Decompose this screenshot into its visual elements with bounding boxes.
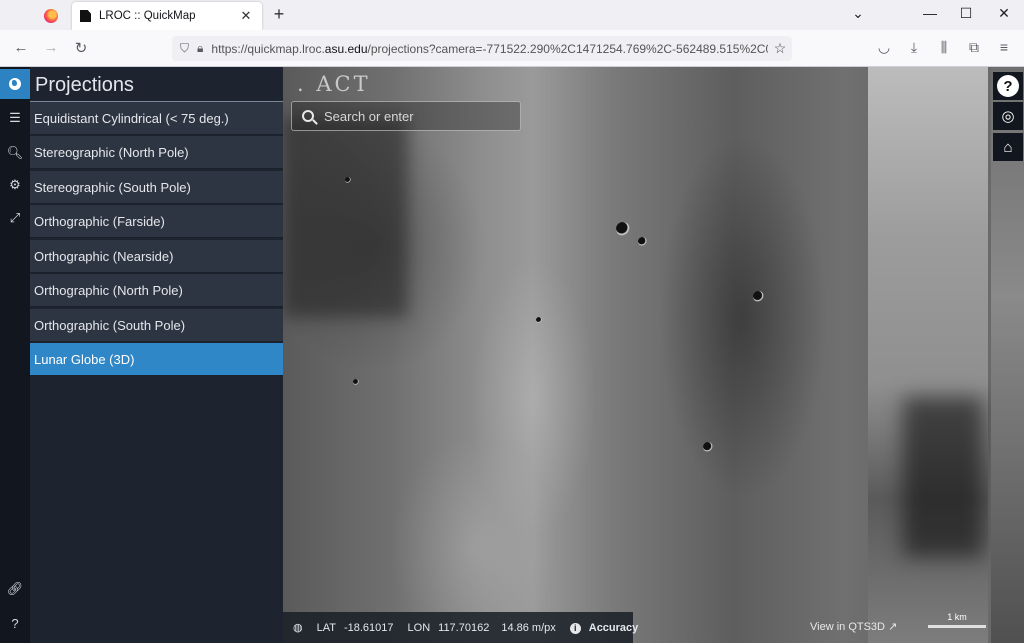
help-icon[interactable]: ? — [0, 608, 30, 638]
projection-item-orthographic-nearside[interactable]: Orthographic (Nearside) — [30, 240, 283, 273]
maximize-button[interactable]: ☐ — [956, 5, 976, 22]
extensions-icon[interactable]: ⧉ — [964, 39, 984, 56]
crater — [353, 379, 359, 385]
layers-menu-icon[interactable]: ☰ — [0, 103, 30, 133]
scale-bar-line — [928, 625, 986, 628]
help-icon: ? — [997, 75, 1019, 97]
map-shadow-region — [283, 117, 408, 317]
crater — [345, 177, 351, 183]
projection-item-lunar-globe[interactable]: Lunar Globe (3D) — [30, 343, 283, 376]
close-window-button[interactable]: ✕ — [994, 5, 1014, 22]
link-icon[interactable]: 🔗︎ — [0, 574, 30, 604]
back-arrow-icon[interactable]: ← — [10, 39, 32, 56]
browser-tab-bar: LROC :: QuickMap ✕ + ⌄ — ☐ ✕ — [0, 0, 1024, 30]
search-icon — [302, 110, 314, 122]
help-button[interactable]: ? — [993, 72, 1023, 100]
active-tab[interactable]: LROC :: QuickMap ✕ — [72, 2, 262, 30]
crater — [638, 237, 647, 246]
new-tab-button[interactable]: + — [268, 4, 290, 25]
map-search-box[interactable] — [291, 101, 521, 131]
forward-arrow-icon[interactable]: → — [40, 39, 62, 56]
info-icon: i — [569, 622, 581, 634]
url-text[interactable]: https://quickmap.lroc.asu.edu/projection… — [211, 42, 768, 56]
crater — [703, 442, 713, 452]
view-in-qts3d-link[interactable]: View in QTS3D ↗ — [810, 620, 897, 633]
resolution-value: 14.86 m/px — [501, 621, 556, 634]
tool-strip: ☰ 🔍︎ ⚙ ⤢ 🔗︎ ? — [0, 67, 30, 643]
orbit-camera-icon[interactable]: ◎ — [993, 102, 1023, 130]
url-bar[interactable]: ⛉ 🔒︎ https://quickmap.lroc.asu.edu/proje… — [172, 36, 792, 61]
projection-item-equidistant-cylindrical[interactable]: Equidistant Cylindrical (< 75 deg.) — [30, 102, 283, 135]
firefox-tab[interactable] — [30, 3, 72, 29]
crater — [753, 291, 764, 302]
crater — [616, 222, 630, 236]
lat-label: LAT — [316, 621, 336, 634]
projection-item-orthographic-south[interactable]: Orthographic (South Pole) — [30, 309, 283, 342]
search-input[interactable] — [324, 108, 514, 124]
settings-gear-icon[interactable]: ⚙ — [0, 170, 30, 200]
projections-panel: Projections Equidistant Cylindrical (< 7… — [30, 67, 283, 643]
lon-value: 117.70162 — [438, 621, 490, 634]
downloads-icon[interactable]: ⤓ — [904, 39, 924, 56]
scale-label: 1 km — [947, 612, 967, 622]
external-link-icon: ↗ — [888, 621, 898, 633]
accuracy-button[interactable]: i Accuracy — [569, 622, 647, 634]
lunar-map-view[interactable]: . ACT — [283, 67, 1024, 643]
projection-item-stereographic-south[interactable]: Stereographic (South Pole) — [30, 171, 283, 204]
projection-item-orthographic-north[interactable]: Orthographic (North Pole) — [30, 274, 283, 307]
pocket-icon[interactable]: ◡ — [874, 39, 894, 56]
firefox-logo-icon — [44, 9, 58, 23]
projections-tool-button[interactable] — [0, 69, 30, 99]
projection-item-orthographic-farside[interactable]: Orthographic (Farside) — [30, 205, 283, 238]
home-icon[interactable]: ⌂ — [993, 133, 1023, 161]
search-zoom-icon[interactable]: 🔍︎ — [0, 138, 30, 168]
tab-title: LROC :: QuickMap — [99, 10, 196, 22]
globe-icon: ◍ — [293, 622, 303, 634]
tab-list-chevron-icon[interactable]: ⌄ — [848, 5, 868, 22]
expand-icon[interactable]: ⤢ — [0, 203, 30, 233]
minimize-button[interactable]: — — [920, 5, 940, 21]
panel-title: Projections — [35, 74, 134, 96]
map-shadow-region — [903, 397, 983, 557]
lon-label: LON — [407, 621, 431, 634]
shield-icon[interactable]: ⛉ — [180, 41, 189, 56]
globe-icon — [9, 78, 21, 90]
lat-value: -18.61017 — [343, 621, 394, 634]
page-favicon-icon — [80, 10, 91, 22]
reload-icon[interactable]: ↻ — [70, 39, 92, 57]
tab-close-icon[interactable]: ✕ — [238, 8, 254, 24]
act-logo: . ACT — [297, 72, 371, 96]
projection-item-stereographic-north[interactable]: Stereographic (North Pole) — [30, 136, 283, 169]
menu-hamburger-icon[interactable]: ≡ — [994, 39, 1014, 55]
library-icon[interactable]: ⫼ — [934, 39, 954, 56]
scale-bar: 1 km — [928, 612, 986, 628]
quickmap-app: ☰ 🔍︎ ⚙ ⤢ 🔗︎ ? Projections Equidistant Cy… — [0, 67, 1024, 643]
lock-icon[interactable]: 🔒︎ — [197, 41, 203, 56]
browser-nav-bar: ← → ↻ ⛉ 🔒︎ https://quickmap.lroc.asu.edu… — [0, 30, 1024, 67]
bookmark-star-icon[interactable]: ☆ — [768, 40, 792, 57]
crater — [536, 317, 542, 323]
coordinate-status-bar: ◍ LAT -18.61017 LON 117.70162 14.86 m/px… — [283, 612, 638, 643]
